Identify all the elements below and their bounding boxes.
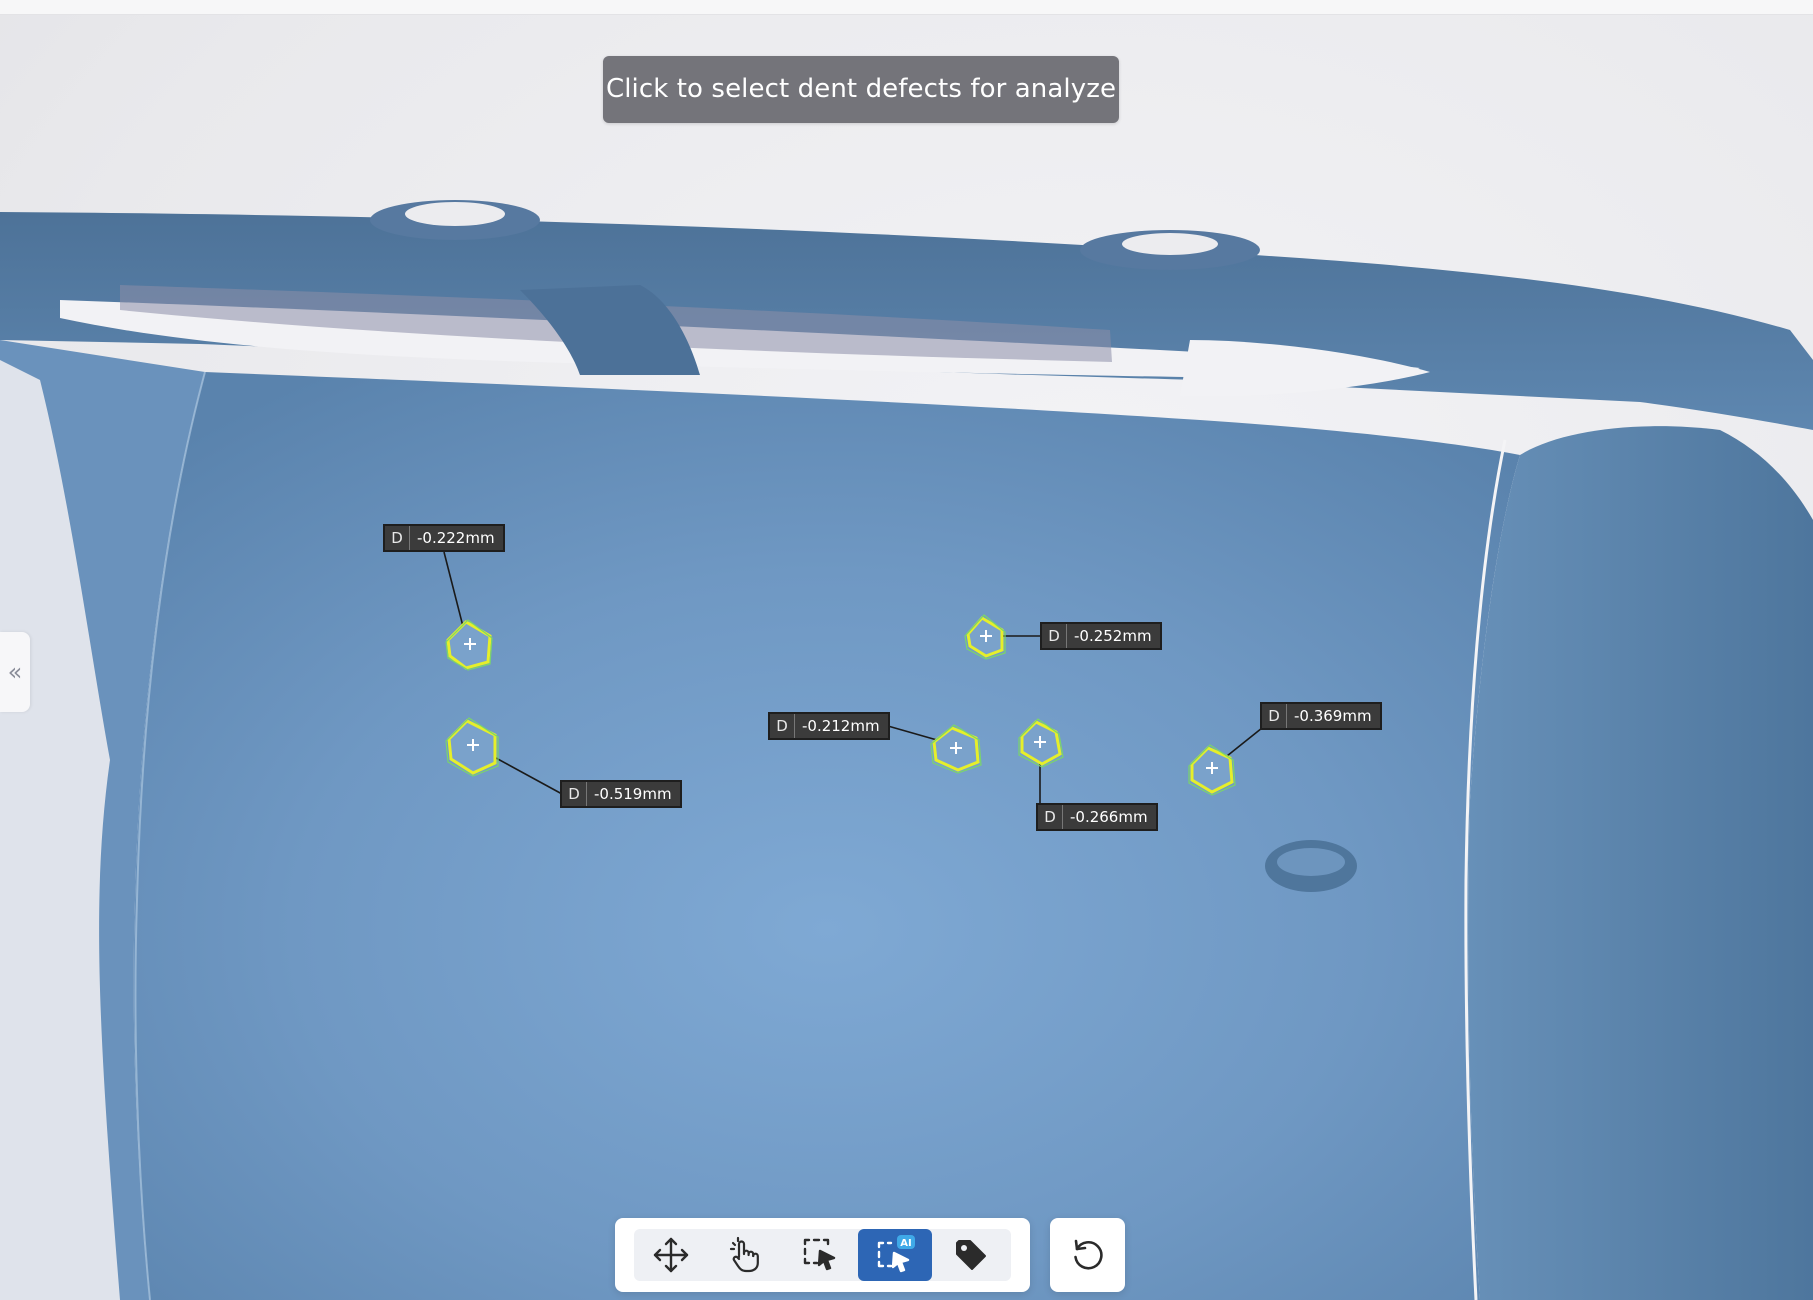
defect-depth-value: -0.212mm <box>802 717 880 735</box>
rear-quarter-panel <box>1468 426 1813 1300</box>
defect-label-2[interactable]: D -0.519mm <box>560 780 682 808</box>
box-select-icon <box>803 1238 836 1271</box>
ai-select-icon: AI <box>877 1235 915 1273</box>
defect-depth-value: -0.252mm <box>1074 627 1152 645</box>
defect-label-5[interactable]: D -0.266mm <box>1036 803 1158 831</box>
defect-label-1[interactable]: D -0.222mm <box>383 524 505 552</box>
tool-group: AI <box>634 1229 1011 1281</box>
car-door-model[interactable] <box>0 0 1813 1300</box>
defect-type-prefix: D <box>1038 805 1063 829</box>
move-icon <box>653 1237 689 1273</box>
defect-depth-value: -0.222mm <box>417 529 495 547</box>
defect-depth-value: -0.266mm <box>1070 808 1148 826</box>
ai-badge: AI <box>900 1238 911 1249</box>
ai-select-tool-button[interactable]: AI <box>858 1229 932 1281</box>
roof-mount-right-hole <box>1122 233 1218 255</box>
defect-depth-value: -0.519mm <box>594 785 672 803</box>
tool-toolbar: AI <box>615 1218 1030 1292</box>
move-tool-button[interactable] <box>634 1229 708 1281</box>
defect-type-prefix: D <box>770 714 795 738</box>
defect-label-4[interactable]: D -0.212mm <box>768 712 890 740</box>
click-select-tool-button[interactable] <box>708 1229 782 1281</box>
roof-mount-left-hole <box>405 202 505 226</box>
collapse-panel-button[interactable]: « <box>0 632 30 712</box>
double-chevron-left-icon: « <box>7 658 23 686</box>
defect-type-prefix: D <box>1262 704 1287 728</box>
tag-icon <box>956 1240 986 1270</box>
3d-viewport[interactable]: Click to select dent defects for analyze… <box>0 0 1813 1300</box>
hint-banner: Click to select dent defects for analyze <box>603 56 1119 123</box>
defect-label-3[interactable]: D -0.252mm <box>1040 622 1162 650</box>
hand-pointer-icon <box>729 1236 759 1273</box>
defect-type-prefix: D <box>562 782 587 806</box>
reset-view-button[interactable] <box>1050 1218 1125 1292</box>
door-handle-inner <box>1277 848 1345 876</box>
door-panel <box>133 372 1521 1300</box>
box-select-tool-button[interactable] <box>783 1229 857 1281</box>
reset-icon <box>1073 1239 1103 1270</box>
defect-type-prefix: D <box>1042 624 1067 648</box>
defect-type-prefix: D <box>385 526 410 550</box>
label-tool-button[interactable] <box>934 1229 1008 1281</box>
defect-depth-value: -0.369mm <box>1294 707 1372 725</box>
defect-label-6[interactable]: D -0.369mm <box>1260 702 1382 730</box>
